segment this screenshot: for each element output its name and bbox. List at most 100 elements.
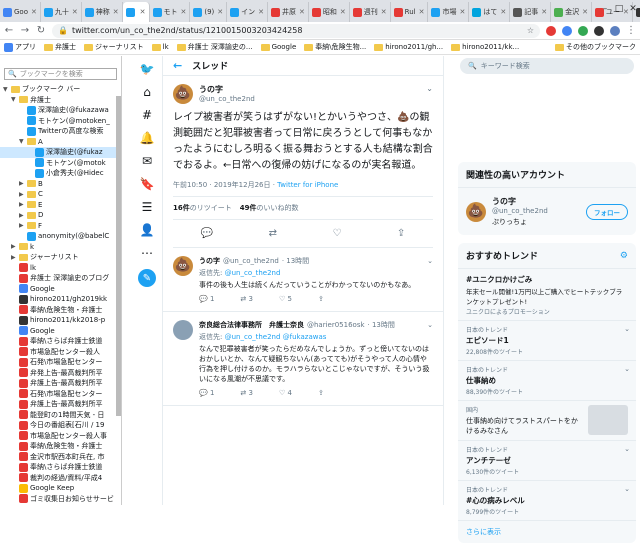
reply-tweet[interactable]: 奈良総合法律事務所 弁護士奈良 @harier0516osk · 13時間 ⌄ … xyxy=(163,312,443,406)
bookmark-node[interactable]: 今日の番組表[石川 / 19 xyxy=(0,420,121,431)
trend-item[interactable]: 日本のトレンド 仕事納め 88,390件のツイート ⌄ xyxy=(458,361,636,401)
bookmark-node[interactable]: 石発\市場急配センター xyxy=(0,389,121,400)
close-icon[interactable]: ✕ xyxy=(459,8,465,16)
browser-tab[interactable]: 井原✕ xyxy=(268,2,309,22)
bookmark-node[interactable]: 弁護上告-最高裁判所平 xyxy=(0,378,121,389)
browser-tab[interactable]: 金沢✕ xyxy=(551,2,592,22)
follow-button[interactable]: フォロー xyxy=(586,204,628,220)
close-icon[interactable]: ✕ xyxy=(258,8,264,16)
bookmark-item[interactable]: hirono2011/kk... xyxy=(451,43,519,51)
bookmark-item[interactable]: 弁護士 xyxy=(44,42,76,52)
promoted-trend[interactable]: #ユニクロかけごみ 年末セール開催!1万円以上ご購入でヒートテックブランケットプ… xyxy=(458,269,636,321)
browser-tab[interactable]: (9)✕ xyxy=(190,2,227,22)
twitter-search-input[interactable]: 🔍 キーワード検索 xyxy=(460,58,634,74)
account-handle[interactable]: @un_co_the2nd xyxy=(492,207,548,215)
bookmark-node[interactable]: Google xyxy=(0,326,121,337)
bookmark-icon[interactable]: 🔖 xyxy=(140,177,154,191)
close-icon[interactable]: ✕ xyxy=(500,8,506,16)
reply-author-name[interactable]: 奈良総合法律事務所 弁護士奈良 xyxy=(199,320,304,330)
browser-tab[interactable]: 九十✕ xyxy=(41,2,82,22)
bookmark-node[interactable]: 弁発上告-最高裁判所平 xyxy=(0,368,121,379)
chevron-down-icon[interactable]: ⌄ xyxy=(624,485,630,493)
twitter-bird-icon[interactable]: 🐦 xyxy=(140,62,154,76)
bookmark-node[interactable]: 奉納\さらば弁護士鉄道 xyxy=(0,336,121,347)
retweet-icon[interactable]: ⇄ 3 xyxy=(240,295,253,303)
forward-arrow-icon[interactable]: → xyxy=(20,25,30,36)
close-icon[interactable]: ✕ xyxy=(217,8,223,16)
author-name[interactable]: うの字 xyxy=(199,84,255,95)
close-icon[interactable]: ✕ xyxy=(381,8,387,16)
reply-time[interactable]: · 13時間 xyxy=(282,256,309,266)
related-account[interactable]: 💩 うの字 @un_co_the2nd ぷりっちょ フォロー xyxy=(458,188,636,235)
bookmark-node[interactable]: ▶k xyxy=(0,242,121,253)
other-bookmarks[interactable]: その他のブックマーク xyxy=(555,42,636,52)
share-icon[interactable]: ⇪ xyxy=(318,295,324,303)
chevron-down-icon[interactable]: ⌄ xyxy=(426,84,433,104)
mention-link[interactable]: @fukazawas xyxy=(283,333,327,341)
browser-tab[interactable]: イン✕ xyxy=(227,2,268,22)
like-count[interactable]: 49件のいいね的数 xyxy=(240,203,299,213)
reply-icon[interactable]: 💬 1 xyxy=(199,389,214,397)
bookmark-node[interactable]: anonymity(@babelC xyxy=(0,231,121,242)
close-icon[interactable]: ✕ xyxy=(299,8,305,16)
browser-tab[interactable]: Rul✕ xyxy=(391,2,429,22)
bookmark-node[interactable]: lk xyxy=(0,263,121,274)
bookmark-node[interactable]: モトケン(@motoken_ xyxy=(0,116,121,127)
bookmark-item[interactable]: ジャーナリスト xyxy=(84,42,144,52)
bookmark-node[interactable]: Twitterの高度な検索 xyxy=(0,126,121,137)
bookmark-node[interactable]: 能登町の1時間天気 - 日 xyxy=(0,410,121,421)
bookmark-node[interactable]: ▼弁護士 xyxy=(0,95,121,106)
url-field[interactable]: 🔒 twitter.com/un_co_the2nd/status/121001… xyxy=(52,24,540,38)
close-icon[interactable]: ✕ xyxy=(140,8,146,16)
bookmark-node[interactable]: 奉納\さらば弁護士鉄道 xyxy=(0,462,121,473)
back-arrow-icon[interactable]: ← xyxy=(4,25,14,36)
bookmark-item[interactable]: lk xyxy=(152,43,169,51)
expand-toggle-icon[interactable]: ▼ xyxy=(3,86,9,93)
expand-toggle-icon[interactable]: ▼ xyxy=(11,96,17,103)
close-icon[interactable]: ✕ xyxy=(582,8,588,16)
bookmark-item[interactable]: Google xyxy=(261,43,297,51)
bookmark-node[interactable]: hirono2011/kk2018-p xyxy=(0,315,121,326)
extension-icon[interactable] xyxy=(546,26,556,36)
bookmark-node[interactable]: 小倉秀夫(@Hidec xyxy=(0,168,121,179)
bookmark-node[interactable]: 深澤諭史(@fukazawa xyxy=(0,105,121,116)
bookmark-node[interactable]: ▶E xyxy=(0,200,121,211)
mention-link[interactable]: @un_co_the2nd xyxy=(225,333,281,341)
close-icon[interactable]: ✕ xyxy=(72,8,78,16)
bookmark-item[interactable]: 奉納\危険生物... xyxy=(304,42,366,52)
browser-tab[interactable]: ✕ xyxy=(123,2,150,22)
mail-icon[interactable]: ✉ xyxy=(140,154,154,168)
gear-icon[interactable]: ⚙ xyxy=(620,251,628,261)
like-icon[interactable]: ♡ xyxy=(332,228,341,239)
expand-toggle-icon[interactable]: ▶ xyxy=(19,180,25,187)
trend-item[interactable]: 日本のトレンド アンチテーゼ 6,130件のツイート ⌄ xyxy=(458,441,636,481)
reply-icon[interactable]: 💬 xyxy=(201,228,213,239)
browser-tab[interactable]: 市場✕ xyxy=(428,2,469,22)
trend-item[interactable]: 日本のトレンド #心の病みレベル 8,799件のツイート ⌄ xyxy=(458,481,636,521)
account-name[interactable]: うの字 xyxy=(492,196,548,207)
browser-tab[interactable]: 神称✕ xyxy=(82,2,123,22)
close-button[interactable]: ✕ xyxy=(626,0,640,18)
reply-icon[interactable]: 💬 1 xyxy=(199,295,214,303)
reply-tweet[interactable]: 💩 うの字 @un_co_the2nd · 13時間 ⌄ 返信先: @un_co… xyxy=(163,248,443,312)
expand-toggle-icon[interactable]: ▼ xyxy=(19,138,25,145)
bookmark-node[interactable]: 金沢市駅西本町兵在, 市 xyxy=(0,452,121,463)
browser-tab[interactable]: 週刊✕ xyxy=(350,2,391,22)
share-icon[interactable]: ⇪ xyxy=(397,228,405,239)
bookmark-node[interactable]: 市場急配センター殺人事 xyxy=(0,431,121,442)
like-icon[interactable]: ♡ 4 xyxy=(279,389,292,397)
reply-author-handle[interactable]: @harier0516osk xyxy=(307,321,365,329)
trend-item[interactable]: 日本のトレンド エピソード1 22,808件のツイート ⌄ xyxy=(458,321,636,361)
bookmark-node[interactable]: ▼A xyxy=(0,137,121,148)
share-icon[interactable]: ⇪ xyxy=(318,389,324,397)
bookmark-node[interactable]: hirono2011/gh2019kk xyxy=(0,294,121,305)
close-icon[interactable]: ✕ xyxy=(181,8,187,16)
browser-tab[interactable]: モト✕ xyxy=(150,2,191,22)
bookmark-node[interactable]: Google Keep xyxy=(0,483,121,494)
retweet-icon[interactable]: ⇄ 3 xyxy=(240,389,253,397)
bookmark-node[interactable]: ▶D xyxy=(0,210,121,221)
extension-icon[interactable] xyxy=(562,26,572,36)
bookmark-node[interactable]: 深澤諭史(@fukaz xyxy=(0,147,121,158)
browser-tab[interactable]: 記事✕ xyxy=(510,2,551,22)
expand-toggle-icon[interactable]: ▶ xyxy=(19,201,25,208)
